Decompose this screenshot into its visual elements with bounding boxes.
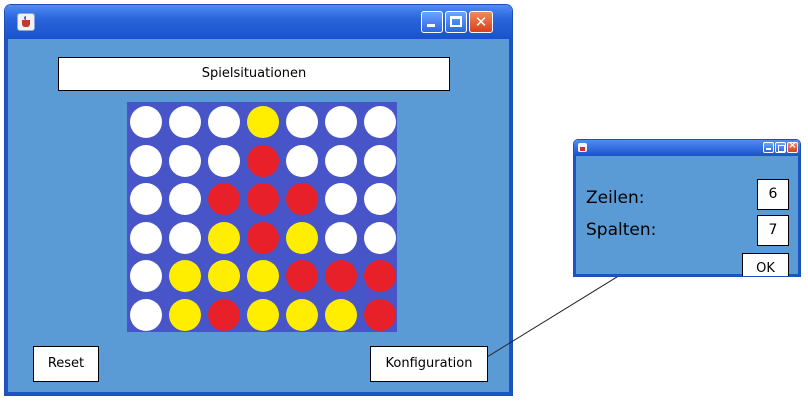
window-frame [509, 39, 512, 395]
board-cell-empty[interactable] [130, 183, 162, 215]
board-cell-empty[interactable] [364, 144, 396, 177]
board-cell-yellow[interactable] [247, 260, 279, 292]
board-cell-red[interactable] [247, 183, 279, 215]
board-cell-empty[interactable] [169, 183, 201, 215]
board-cell-yellow[interactable] [325, 298, 357, 331]
close-button[interactable]: ✕ [469, 11, 493, 33]
board-cell-red[interactable] [208, 183, 240, 215]
board-cell-red[interactable] [208, 298, 240, 331]
board-cell-empty[interactable] [286, 106, 318, 138]
board-cell-empty[interactable] [325, 106, 357, 138]
board-cell-empty[interactable] [208, 106, 240, 138]
board-cell-red[interactable] [247, 144, 279, 177]
config-dialog: Zeilen: 6 Spalten: 7 OK [574, 140, 800, 276]
window-frame [5, 392, 512, 395]
reset-button[interactable]: Reset [33, 346, 99, 382]
board-cell-empty[interactable] [364, 183, 396, 215]
board-cell-red[interactable] [364, 298, 396, 331]
spalten-label: Spalten: [586, 220, 657, 240]
main-window: ✕ Spielsituationen Reset Konfiguration [5, 5, 512, 395]
game-board[interactable] [127, 102, 397, 332]
java-app-icon[interactable] [17, 13, 35, 31]
board-cell-red[interactable] [364, 260, 396, 292]
board-cell-empty[interactable] [286, 144, 318, 177]
board-cell-empty[interactable] [130, 106, 162, 138]
board-cell-yellow[interactable] [208, 221, 240, 254]
board-cell-empty[interactable] [169, 144, 201, 177]
board-cell-empty[interactable] [130, 144, 162, 177]
config-minimize-button[interactable] [763, 142, 774, 153]
heading-label: Spielsituationen [58, 57, 450, 91]
board-cell-yellow[interactable] [169, 298, 201, 331]
board-cell-empty[interactable] [169, 221, 201, 254]
board-cell-yellow[interactable] [247, 298, 279, 331]
board-cell-red[interactable] [286, 260, 318, 292]
ok-button[interactable]: OK [742, 253, 789, 276]
close-icon: ✕ [474, 13, 488, 31]
board-cell-empty[interactable] [208, 144, 240, 177]
board-cell-empty[interactable] [130, 260, 162, 292]
board-cell-empty[interactable] [130, 298, 162, 331]
board-cell-yellow[interactable] [169, 260, 201, 292]
config-maximize-button[interactable] [775, 142, 786, 153]
board-cell-yellow[interactable] [286, 298, 318, 331]
board-cell-empty[interactable] [364, 221, 396, 254]
config-client-area: Zeilen: 6 Spalten: 7 OK [576, 156, 798, 276]
board-cell-empty[interactable] [325, 144, 357, 177]
config-close-button[interactable] [787, 140, 798, 153]
zeilen-label: Zeilen: [586, 188, 645, 208]
board-cell-empty[interactable] [364, 106, 396, 138]
board-cell-red[interactable] [247, 221, 279, 254]
board-cell-empty[interactable] [169, 106, 201, 138]
main-titlebar[interactable]: ✕ [5, 5, 512, 39]
board-cell-yellow[interactable] [286, 221, 318, 254]
board-cell-red[interactable] [286, 183, 318, 215]
window-frame [798, 156, 800, 276]
maximize-button[interactable] [445, 11, 467, 33]
board-cell-yellow[interactable] [208, 260, 240, 292]
java-app-icon[interactable] [578, 143, 587, 152]
board-cell-red[interactable] [325, 260, 357, 292]
board-cell-empty[interactable] [325, 183, 357, 215]
board-cell-yellow[interactable] [247, 106, 279, 138]
spalten-field[interactable]: 7 [757, 215, 789, 246]
board-cell-empty[interactable] [130, 221, 162, 254]
minimize-button[interactable] [421, 11, 443, 33]
config-titlebar[interactable] [574, 140, 800, 156]
main-client-area: Spielsituationen Reset Konfiguration [8, 39, 509, 392]
zeilen-field[interactable]: 6 [757, 179, 789, 210]
board-cell-empty[interactable] [325, 221, 357, 254]
konfiguration-button[interactable]: Konfiguration [370, 346, 488, 382]
